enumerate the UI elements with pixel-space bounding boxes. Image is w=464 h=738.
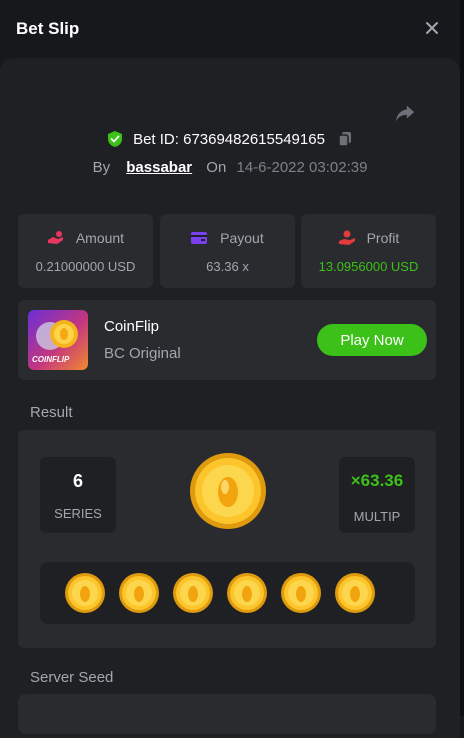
game-card: COINFLIP CoinFlip BC Original Play Now (18, 300, 436, 380)
series-coin-icon (227, 573, 267, 613)
amount-label: Amount (75, 230, 125, 247)
by-label: By (92, 158, 111, 176)
server-seed-label: Server Seed (30, 669, 114, 686)
bet-slip-title: Bet Slip (16, 19, 80, 38)
profit-value: 13.0956000 USD (318, 259, 419, 274)
series-coin-icon (173, 573, 213, 613)
close-icon[interactable] (422, 18, 442, 38)
payout-value: 63.36 x (206, 259, 249, 274)
coin-series-row (40, 562, 415, 624)
bet-date: 14-6-2022 03:02:39 (236, 158, 368, 176)
series-label: SERIES (54, 506, 102, 521)
bet-author-row: By bassabar On 14-6-2022 03:02:39 (0, 158, 460, 178)
hand-coin-icon (47, 231, 63, 245)
series-value: 6 (72, 471, 83, 491)
game-name: CoinFlip (104, 318, 160, 335)
payout-stat: Payout 63.36 x (160, 214, 295, 288)
series-coin-icon (119, 573, 159, 613)
on-label: On (206, 158, 227, 176)
series-box: 6 SERIES (40, 457, 116, 533)
result-panel: 6 SERIES ×63.36 MULTIP (18, 430, 436, 648)
amount-stat: Amount 0.21000000 USD (18, 214, 153, 288)
multiplier-label: MULTIP (353, 509, 401, 524)
multiplier-box: ×63.36 MULTIP (339, 457, 415, 533)
game-subtitle: BC Original (104, 345, 181, 362)
play-now-button[interactable]: Play Now (317, 324, 427, 356)
window-edge (460, 0, 464, 716)
copy-icon[interactable] (337, 131, 353, 147)
series-coin-icon (281, 573, 321, 613)
username-link[interactable]: bassabar (126, 159, 192, 176)
payout-label: Payout (220, 230, 264, 247)
share-icon[interactable] (394, 102, 416, 124)
coinflip-thumbnail[interactable]: COINFLIP (28, 310, 88, 370)
result-coin-icon (190, 453, 266, 529)
amount-value: 0.21000000 USD (35, 259, 136, 274)
series-coin-icon (65, 573, 105, 613)
result-label: Result (30, 404, 73, 421)
bet-id-row: Bet ID: 67369482615549165 (0, 130, 460, 152)
bet-id: Bet ID: 67369482615549165 (133, 130, 325, 148)
profit-stat: Profit 13.0956000 USD (301, 214, 436, 288)
bet-slip-header: Bet Slip (0, 0, 460, 58)
thumbnail-text: COINFLIP (32, 355, 70, 364)
shield-check-icon (107, 131, 122, 148)
hand-profit-icon (338, 230, 355, 246)
wallet-card-icon (191, 232, 208, 245)
series-coin-icon (335, 573, 375, 613)
server-seed-field (18, 694, 436, 734)
multiplier-value: ×63.36 (350, 471, 404, 490)
profit-label: Profit (366, 230, 400, 247)
